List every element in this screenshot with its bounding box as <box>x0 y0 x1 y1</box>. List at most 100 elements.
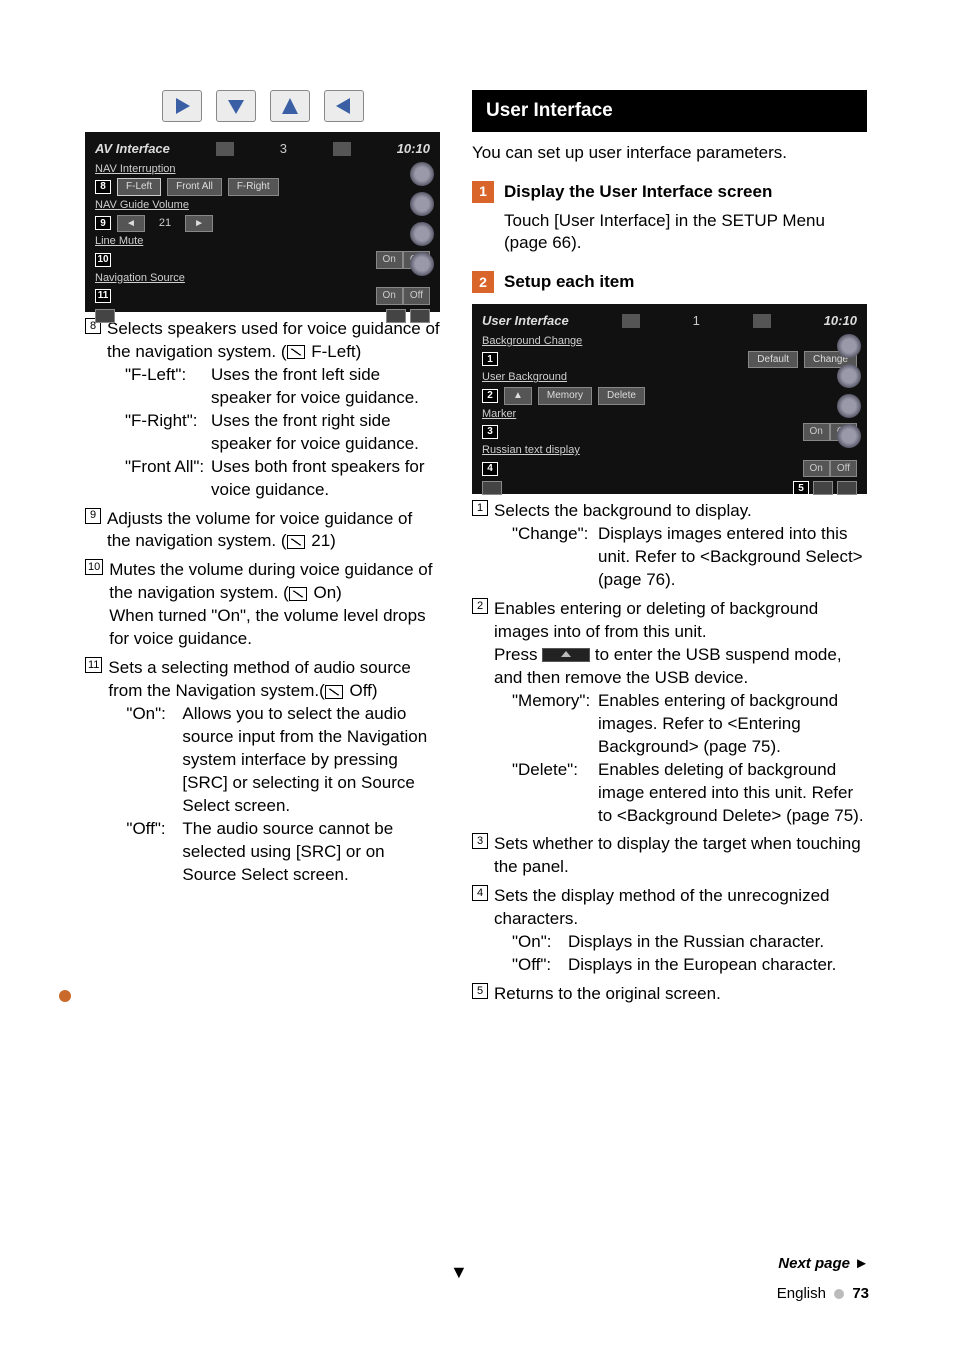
footer-dot-icon <box>834 1289 844 1299</box>
step-number: 2 <box>472 271 494 293</box>
dev-title: User Interface <box>482 312 569 330</box>
default-button[interactable]: Default <box>748 351 798 369</box>
side-icon[interactable] <box>837 424 861 448</box>
marker-on[interactable]: On <box>803 423 830 441</box>
bottom-bar-left[interactable] <box>95 309 115 323</box>
step-number: 1 <box>472 181 494 203</box>
row-label: Marker <box>482 407 857 422</box>
continue-arrow-icon: ▼ <box>450 1260 468 1284</box>
def-desc: Displays in the European character. <box>568 954 867 977</box>
bottom-bar-right[interactable] <box>410 309 430 323</box>
ref-box-1: 1 <box>472 500 488 516</box>
ref-1: 1 <box>482 352 498 366</box>
step1-body: Touch [User Interface] in the SETUP Menu… <box>504 210 867 256</box>
eject-icon <box>542 648 590 662</box>
def-term: "F-Left": <box>125 364 205 410</box>
step-title: Display the User Interface screen <box>504 181 772 204</box>
play-right-icon <box>162 90 202 122</box>
ref-9: 9 <box>95 216 111 230</box>
default-icon <box>289 587 307 601</box>
row-label: Background Change <box>482 334 857 349</box>
return-icon[interactable] <box>386 309 406 323</box>
ref-box-4: 4 <box>472 885 488 901</box>
return-icon[interactable] <box>813 481 833 495</box>
def-term: "Off": <box>512 954 562 977</box>
ref-5: 5 <box>793 481 809 495</box>
bottom-bar-right[interactable] <box>837 481 857 495</box>
nav-icons-row <box>85 90 440 122</box>
ref-11: 11 <box>95 289 111 303</box>
dev-page: 3 <box>280 140 287 158</box>
triangle-down-icon <box>216 90 256 122</box>
memory-button[interactable]: Memory <box>538 387 592 405</box>
item8-text: Selects speakers used for voice guidance… <box>107 319 440 361</box>
vol-up-button[interactable]: ► <box>185 215 213 233</box>
row2-label: NAV Guide Volume <box>95 198 430 213</box>
def-desc: Uses the front left side speaker for voi… <box>211 364 440 410</box>
def-term: "Off": <box>126 818 176 887</box>
ref-box-10: 10 <box>85 559 103 575</box>
default-icon <box>325 685 343 699</box>
dev-title: AV Interface <box>95 140 170 158</box>
ref-box-11: 11 <box>85 657 102 673</box>
side-icon[interactable] <box>410 222 434 246</box>
def-desc: The audio source cannot be selected usin… <box>182 818 440 887</box>
side-icon[interactable] <box>410 192 434 216</box>
opt-f-left[interactable]: F-Left <box>117 178 161 196</box>
row1-label: NAV Interruption <box>95 162 430 177</box>
row-label: Russian text display <box>482 443 857 458</box>
default-icon <box>287 535 305 549</box>
def-term: "F-Right": <box>125 410 205 456</box>
opt-front-all[interactable]: Front All <box>167 178 222 196</box>
footer-lang: English <box>777 1285 826 1302</box>
ref-box-3: 3 <box>472 833 488 849</box>
delete-button[interactable]: Delete <box>598 387 645 405</box>
side-icon[interactable] <box>837 334 861 358</box>
navsrc-off[interactable]: Off <box>403 287 430 305</box>
ref-2: 2 <box>482 389 498 403</box>
press-pre: Press <box>494 645 542 664</box>
side-icon[interactable] <box>410 252 434 276</box>
side-icon[interactable] <box>410 162 434 186</box>
bottom-bar-left[interactable] <box>482 481 502 495</box>
vol-down-button[interactable]: ◄ <box>117 215 145 233</box>
eject-button[interactable]: ▲ <box>504 387 532 405</box>
def-term: "On": <box>512 931 562 954</box>
user-interface-screenshot: User Interface 1 10:10 Background Change… <box>472 304 867 494</box>
def-desc: Uses both front speakers for voice guida… <box>211 456 440 502</box>
def-desc: Enables deleting of background image ent… <box>598 759 867 828</box>
ref-10: 10 <box>95 253 111 267</box>
navsrc-on[interactable]: On <box>376 287 403 305</box>
item10-extra: When turned "On", the volume level drops… <box>109 605 440 651</box>
r-item1-text: Selects the background to display. <box>494 500 867 523</box>
next-page-label: Next page <box>778 1255 854 1272</box>
opt-f-right[interactable]: F-Right <box>228 178 279 196</box>
section-divider-dot <box>59 990 71 1002</box>
step-title: Setup each item <box>504 271 634 294</box>
mute-on[interactable]: On <box>376 251 403 269</box>
row4-label: Navigation Source <box>95 271 430 286</box>
russian-off[interactable]: Off <box>830 460 857 478</box>
def-term: "Change": <box>512 523 592 592</box>
def-desc: Enables entering of background images. R… <box>598 690 867 759</box>
russian-on[interactable]: On <box>803 460 830 478</box>
footer-page-number: 73 <box>852 1285 869 1302</box>
def-term: "Memory": <box>512 690 592 759</box>
item9-text: Adjusts the volume for voice guidance of… <box>107 509 412 551</box>
side-icon[interactable] <box>837 394 861 418</box>
ref-box-5: 5 <box>472 983 488 999</box>
r-item5-text: Returns to the original screen. <box>494 983 867 1006</box>
play-left-icon <box>324 90 364 122</box>
r-item2-text: Enables entering or deleting of backgrou… <box>494 598 867 644</box>
ref-box-2: 2 <box>472 598 488 614</box>
def-term: "Delete": <box>512 759 592 828</box>
def-desc: Uses the front right side speaker for vo… <box>211 410 440 456</box>
section-title: User Interface <box>472 90 867 132</box>
side-icon[interactable] <box>837 364 861 388</box>
item10-text: Mutes the volume during voice guidance o… <box>109 560 432 602</box>
ref-3: 3 <box>482 425 498 439</box>
def-term: "Front All": <box>125 456 205 502</box>
r-item4-text: Sets the display method of the unrecogni… <box>494 885 867 931</box>
row-label: User Background <box>482 370 857 385</box>
triangle-up-icon <box>270 90 310 122</box>
